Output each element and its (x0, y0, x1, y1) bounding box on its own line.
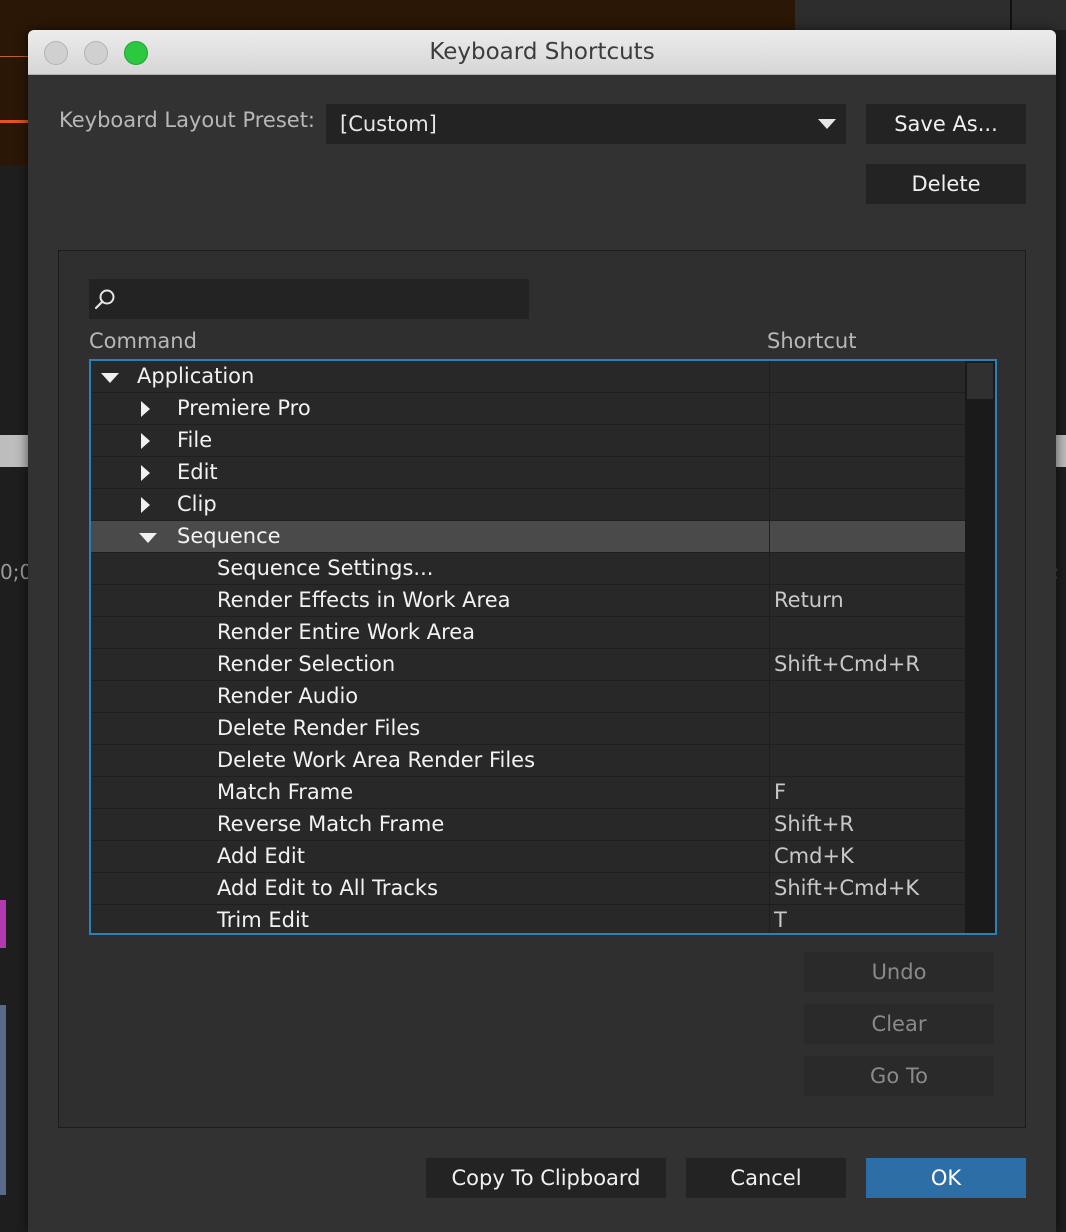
command-row[interactable]: Reverse Match Frame Shift+R (91, 809, 965, 841)
shortcut-cell[interactable]: T (769, 905, 965, 933)
command-label: Sequence (177, 524, 281, 548)
keyboard-shortcuts-dialog: Keyboard Shortcuts Keyboard Layout Prese… (28, 30, 1056, 1232)
list-scrollbar-thumb[interactable] (967, 363, 993, 399)
list-scrollbar[interactable] (965, 361, 995, 933)
shortcut-cell[interactable]: Shift+R (769, 809, 965, 840)
command-row[interactable]: Render Entire Work Area (91, 617, 965, 649)
command-row[interactable]: Sequence (91, 521, 965, 553)
command-row[interactable]: Delete Render Files (91, 713, 965, 745)
command-row[interactable]: Render Effects in Work Area Return (91, 585, 965, 617)
command-label: Delete Render Files (217, 716, 421, 740)
shortcut-cell[interactable] (769, 361, 965, 392)
background-divider (1010, 0, 1012, 30)
window-title: Keyboard Shortcuts (429, 39, 655, 65)
delete-button[interactable]: Delete (866, 164, 1026, 204)
background-scrollbar-right (1056, 435, 1066, 467)
preset-label: Keyboard Layout Preset: (59, 108, 316, 132)
shortcut-cell[interactable] (769, 713, 965, 744)
command-row[interactable]: Add Edit Cmd+K (91, 841, 965, 873)
command-row[interactable]: Sequence Settings... (91, 553, 965, 585)
shortcut-cell[interactable] (769, 745, 965, 776)
command-label: Application (137, 364, 255, 388)
search-icon (94, 289, 115, 310)
background-scrollbar-left (0, 435, 28, 467)
disclosure-collapsed-icon[interactable] (141, 497, 150, 513)
shortcut-cell[interactable]: Cmd+K (769, 841, 965, 872)
disclosure-collapsed-icon[interactable] (141, 465, 150, 481)
command-label: Premiere Pro (177, 396, 311, 420)
shortcut-cell[interactable]: Return (769, 585, 965, 616)
shortcut-cell[interactable] (769, 425, 965, 456)
shortcut-cell[interactable]: Shift+Cmd+K (769, 873, 965, 904)
background-toolbar (795, 0, 1066, 30)
ok-button[interactable]: OK (866, 1158, 1026, 1198)
preset-value: [Custom] (340, 112, 437, 136)
shortcut-cell[interactable] (769, 681, 965, 712)
shortcut-cell[interactable] (769, 617, 965, 648)
command-label: Add Edit to All Tracks (217, 876, 439, 900)
shortcut-cell[interactable] (769, 457, 965, 488)
command-row[interactable]: Render Selection Shift+Cmd+R (91, 649, 965, 681)
chevron-down-icon (818, 119, 836, 129)
command-row[interactable]: Render Audio (91, 681, 965, 713)
column-header-command[interactable]: Command (89, 329, 197, 353)
command-label: Match Frame (217, 780, 354, 804)
go-to-button[interactable]: Go To (804, 1056, 994, 1096)
command-row[interactable]: Delete Work Area Render Files (91, 745, 965, 777)
command-label: Render Entire Work Area (217, 620, 476, 644)
command-label: Add Edit (217, 844, 305, 868)
command-label: Trim Edit (217, 908, 310, 932)
command-row[interactable]: File (91, 425, 965, 457)
column-header-shortcut[interactable]: Shortcut (767, 329, 856, 353)
search-input[interactable] (89, 279, 529, 319)
shortcut-cell[interactable]: F (769, 777, 965, 808)
command-row[interactable]: Application (91, 361, 965, 393)
command-row[interactable]: Clip (91, 489, 965, 521)
command-label: File (177, 428, 213, 452)
undo-button[interactable]: Undo (804, 952, 994, 992)
disclosure-expanded-icon[interactable] (101, 373, 119, 383)
shortcut-cell[interactable]: Shift+Cmd+R (769, 649, 965, 680)
command-label: Sequence Settings... (217, 556, 434, 580)
save-as-button[interactable]: Save As... (866, 104, 1026, 144)
command-list[interactable]: Application Premiere Pro File Edit Clip Seque… (89, 359, 997, 935)
disclosure-collapsed-icon[interactable] (141, 433, 150, 449)
shortcut-cell[interactable] (769, 393, 965, 424)
preset-dropdown[interactable]: [Custom] (326, 104, 846, 144)
shortcuts-panel: Command Shortcut Application Premiere Pro… (58, 250, 1026, 1128)
command-row[interactable]: Trim Edit T (91, 905, 965, 933)
disclosure-expanded-icon[interactable] (139, 533, 157, 543)
command-label: Render Effects in Work Area (217, 588, 511, 612)
shortcut-cell[interactable] (769, 489, 965, 520)
command-label: Render Selection (217, 652, 396, 676)
disclosure-collapsed-icon[interactable] (141, 401, 150, 417)
cancel-button[interactable]: Cancel (686, 1158, 846, 1198)
copy-to-clipboard-button[interactable]: Copy To Clipboard (426, 1158, 666, 1198)
shortcut-cell[interactable] (769, 521, 965, 552)
window-titlebar[interactable]: Keyboard Shortcuts (28, 30, 1056, 75)
background-clip-blue (0, 1005, 6, 1195)
clear-button[interactable]: Clear (804, 1004, 994, 1044)
command-label: Reverse Match Frame (217, 812, 445, 836)
command-row[interactable]: Premiere Pro (91, 393, 965, 425)
command-label: Edit (177, 460, 218, 484)
command-label: Render Audio (217, 684, 359, 708)
command-label: Clip (177, 492, 217, 516)
shortcut-cell[interactable] (769, 553, 965, 584)
command-label: Delete Work Area Render Files (217, 748, 536, 772)
background-clip-magenta (0, 900, 6, 948)
command-row[interactable]: Match Frame F (91, 777, 965, 809)
command-row[interactable]: Edit (91, 457, 965, 489)
command-row[interactable]: Add Edit to All Tracks Shift+Cmd+K (91, 873, 965, 905)
